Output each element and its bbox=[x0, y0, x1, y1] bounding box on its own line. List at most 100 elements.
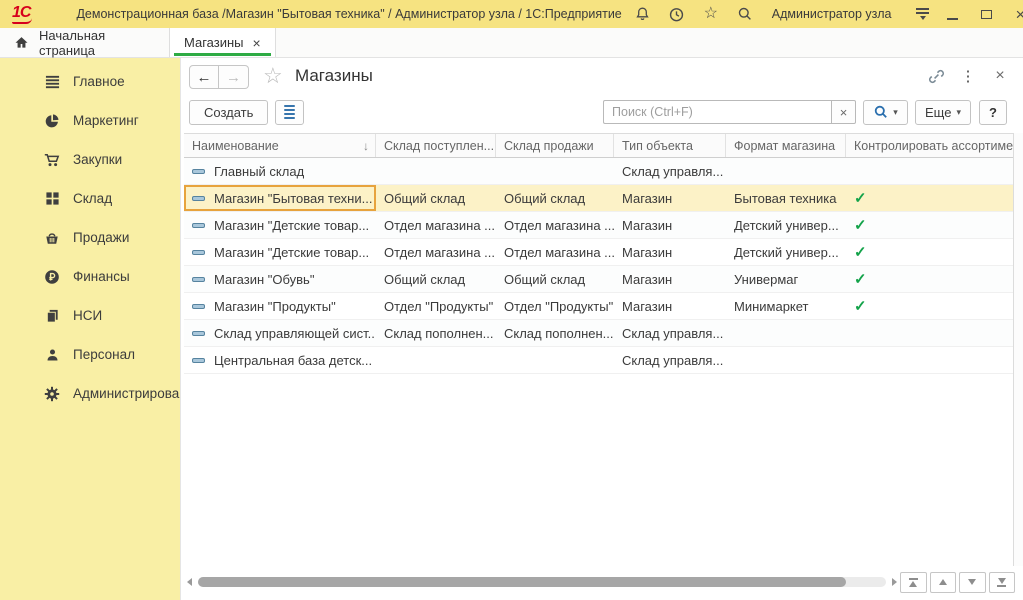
row-control-cell[interactable]: ✓ bbox=[846, 185, 1014, 211]
row-control-cell[interactable]: ✓ bbox=[846, 293, 1014, 319]
row-name-cell[interactable]: Центральная база детск... bbox=[184, 347, 376, 373]
favorite-star-icon[interactable]: ☆ bbox=[263, 64, 283, 88]
row-name-cell[interactable]: Магазин "Продукты" bbox=[184, 293, 376, 319]
sidebar-item-finance[interactable]: Финансы bbox=[0, 257, 180, 296]
sidebar-item-nsi[interactable]: НСИ bbox=[0, 296, 180, 335]
search-clear-icon[interactable]: × bbox=[831, 100, 856, 124]
horizontal-scrollbar[interactable] bbox=[198, 577, 886, 587]
list-settings-button[interactable] bbox=[275, 100, 304, 125]
current-user[interactable]: Администратор узла bbox=[772, 7, 892, 21]
row-control-cell[interactable] bbox=[846, 347, 1014, 373]
tab-shops[interactable]: Магазины × bbox=[170, 28, 276, 57]
row-sale-warehouse-cell[interactable]: Общий склад bbox=[496, 185, 614, 211]
get-link-icon[interactable] bbox=[923, 65, 949, 87]
sidebar-item-administration[interactable]: Администрирование bbox=[0, 374, 180, 413]
row-shop-format-cell[interactable]: Детский универ... bbox=[726, 212, 846, 238]
column-header-sale-warehouse[interactable]: Склад продажи bbox=[496, 134, 614, 157]
column-header-shop-format[interactable]: Формат магазина bbox=[726, 134, 846, 157]
row-shop-format-cell[interactable]: Бытовая техника bbox=[726, 185, 846, 211]
scroll-left-icon[interactable] bbox=[187, 578, 192, 586]
row-receipt-warehouse-cell[interactable]: Отдел магазина ... bbox=[376, 239, 496, 265]
sidebar-item-staff[interactable]: Персонал bbox=[0, 335, 180, 374]
minimize-button[interactable] bbox=[936, 0, 970, 28]
row-name-cell[interactable]: Главный склад bbox=[184, 158, 376, 184]
row-object-type-cell[interactable]: Магазин bbox=[614, 212, 726, 238]
row-receipt-warehouse-cell[interactable] bbox=[376, 158, 496, 184]
nav-forward-button[interactable]: → bbox=[219, 65, 249, 89]
nav-back-button[interactable]: ← bbox=[189, 65, 219, 89]
row-receipt-warehouse-cell[interactable] bbox=[376, 347, 496, 373]
row-shop-format-cell[interactable]: Детский универ... bbox=[726, 239, 846, 265]
row-sale-warehouse-cell[interactable]: Отдел магазина ... bbox=[496, 239, 614, 265]
maximize-button[interactable] bbox=[970, 0, 1004, 28]
table-row[interactable]: Склад управляющей сист... Склад пополнен… bbox=[184, 320, 1014, 347]
row-name-cell[interactable]: Магазин "Детские товар... bbox=[184, 212, 376, 238]
row-name-cell[interactable]: Магазин "Бытовая техни... bbox=[184, 185, 376, 211]
row-sale-warehouse-cell[interactable] bbox=[496, 158, 614, 184]
create-button[interactable]: Создать bbox=[189, 100, 268, 125]
window-close-button[interactable]: × bbox=[1004, 0, 1023, 28]
row-object-type-cell[interactable]: Магазин bbox=[614, 293, 726, 319]
scroll-down-button[interactable] bbox=[959, 572, 986, 593]
sidebar-item-main[interactable]: Главное bbox=[0, 62, 180, 101]
search-button[interactable]: ▾ bbox=[863, 100, 908, 125]
scrollbar-thumb[interactable] bbox=[198, 577, 846, 587]
row-object-type-cell[interactable]: Магазин bbox=[614, 185, 726, 211]
global-search-icon[interactable] bbox=[732, 3, 758, 25]
row-control-cell[interactable]: ✓ bbox=[846, 266, 1014, 292]
sidebar-item-warehouse[interactable]: Склад bbox=[0, 179, 180, 218]
row-control-cell[interactable]: ✓ bbox=[846, 239, 1014, 265]
table-row[interactable]: Магазин "Продукты" Отдел "Продукты" Отде… bbox=[184, 293, 1014, 320]
row-name-cell[interactable]: Склад управляющей сист... bbox=[184, 320, 376, 346]
sidebar-item-marketing[interactable]: Маркетинг bbox=[0, 101, 180, 140]
row-sale-warehouse-cell[interactable] bbox=[496, 347, 614, 373]
row-control-cell[interactable] bbox=[846, 158, 1014, 184]
help-button[interactable]: ? bbox=[979, 100, 1007, 125]
row-sale-warehouse-cell[interactable]: Отдел "Продукты" bbox=[496, 293, 614, 319]
row-name-cell[interactable]: Магазин "Детские товар... bbox=[184, 239, 376, 265]
row-object-type-cell[interactable]: Склад управля... bbox=[614, 158, 726, 184]
row-sale-warehouse-cell[interactable]: Общий склад bbox=[496, 266, 614, 292]
favorites-star-icon[interactable]: ☆ bbox=[698, 3, 724, 25]
row-object-type-cell[interactable]: Магазин bbox=[614, 266, 726, 292]
form-menu-kebab-icon[interactable]: ⋮ bbox=[955, 65, 981, 87]
row-receipt-warehouse-cell[interactable]: Общий склад bbox=[376, 266, 496, 292]
row-shop-format-cell[interactable] bbox=[726, 347, 846, 373]
go-to-bottom-button[interactable] bbox=[989, 572, 1016, 593]
more-button[interactable]: Еще ▾ bbox=[915, 100, 971, 125]
service-menu-icon[interactable] bbox=[910, 3, 936, 25]
row-name-cell[interactable]: Магазин "Обувь" bbox=[184, 266, 376, 292]
row-sale-warehouse-cell[interactable]: Склад пополнен... bbox=[496, 320, 614, 346]
column-header-object-type[interactable]: Тип объекта bbox=[614, 134, 726, 157]
form-close-icon[interactable]: × bbox=[987, 65, 1013, 87]
row-receipt-warehouse-cell[interactable]: Отдел "Продукты" bbox=[376, 293, 496, 319]
row-shop-format-cell[interactable] bbox=[726, 158, 846, 184]
vertical-scrollbar[interactable] bbox=[1013, 133, 1023, 566]
row-object-type-cell[interactable]: Склад управля... bbox=[614, 320, 726, 346]
table-row[interactable]: Магазин "Обувь" Общий склад Общий склад … bbox=[184, 266, 1014, 293]
table-row[interactable]: Главный склад Склад управля... bbox=[184, 158, 1014, 185]
row-object-type-cell[interactable]: Магазин bbox=[614, 239, 726, 265]
sidebar-item-purchases[interactable]: Закупки bbox=[0, 140, 180, 179]
row-sale-warehouse-cell[interactable]: Отдел магазина ... bbox=[496, 212, 614, 238]
table-row[interactable]: Центральная база детск... Склад управля.… bbox=[184, 347, 1014, 374]
row-shop-format-cell[interactable]: Минимаркет bbox=[726, 293, 846, 319]
table-row[interactable]: Магазин "Бытовая техни... Общий склад Об… bbox=[184, 185, 1014, 212]
go-to-top-button[interactable] bbox=[900, 572, 927, 593]
row-receipt-warehouse-cell[interactable]: Отдел магазина ... bbox=[376, 212, 496, 238]
row-shop-format-cell[interactable]: Универмаг bbox=[726, 266, 846, 292]
sidebar-item-sales[interactable]: Продажи bbox=[0, 218, 180, 257]
scroll-up-button[interactable] bbox=[930, 572, 957, 593]
row-control-cell[interactable] bbox=[846, 320, 1014, 346]
row-receipt-warehouse-cell[interactable]: Склад пополнен... bbox=[376, 320, 496, 346]
column-header-control-assortment[interactable]: Контролировать ассортиме bbox=[846, 134, 1014, 157]
column-header-name[interactable]: Наименование ↓ bbox=[184, 134, 376, 157]
row-object-type-cell[interactable]: Склад управля... bbox=[614, 347, 726, 373]
column-header-receipt-warehouse[interactable]: Склад поступлен... bbox=[376, 134, 496, 157]
history-icon[interactable] bbox=[664, 3, 690, 25]
row-control-cell[interactable]: ✓ bbox=[846, 212, 1014, 238]
table-row[interactable]: Магазин "Детские товар... Отдел магазина… bbox=[184, 239, 1014, 266]
search-input[interactable] bbox=[603, 100, 831, 124]
row-shop-format-cell[interactable] bbox=[726, 320, 846, 346]
row-receipt-warehouse-cell[interactable]: Общий склад bbox=[376, 185, 496, 211]
